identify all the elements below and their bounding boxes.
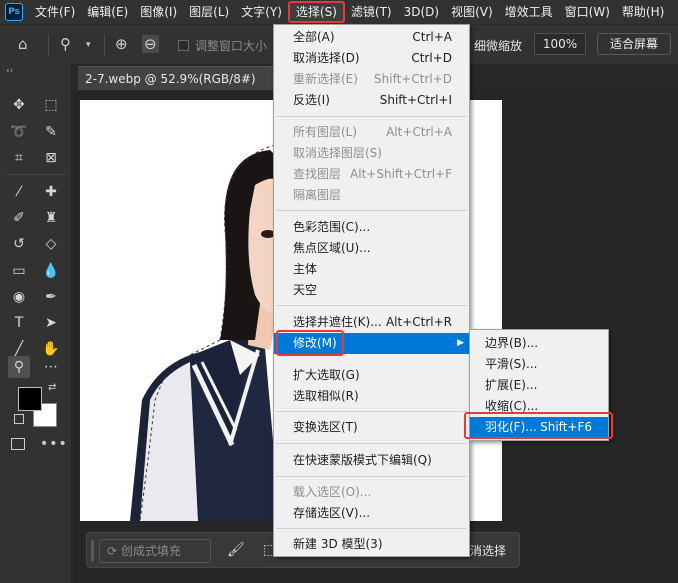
menu-separator — [276, 305, 467, 306]
fine-zoom-label: 细微缩放 — [474, 39, 523, 53]
edit-toolbar-icon[interactable]: ••• — [40, 436, 68, 452]
generative-fill-label: 创成式填充 — [120, 544, 181, 558]
quick-mask-icon[interactable] — [11, 438, 25, 450]
submenu-item-border[interactable]: 边界(B)... — [470, 333, 608, 354]
foreground-color-swatch[interactable] — [18, 387, 42, 411]
menu-item-new-3d-model[interactable]: 新建 3D 模型(3) — [274, 534, 469, 555]
zoom-tool-icon[interactable]: ⚲ — [60, 35, 71, 53]
home-icon[interactable]: ⌂ — [18, 35, 28, 53]
menu-item-grow[interactable]: 扩大选取(G) — [274, 365, 469, 386]
lasso-tool-icon[interactable]: ➰ — [8, 121, 30, 143]
menu-separator — [276, 411, 467, 412]
divider — [104, 34, 105, 56]
menu-help[interactable]: 帮助(H) — [616, 0, 670, 24]
menu-separator — [276, 443, 467, 444]
zoom-percentage-field[interactable]: 100% — [534, 33, 586, 55]
history-brush-tool-icon[interactable]: ↺ — [8, 233, 30, 255]
divider — [48, 34, 49, 56]
menu-type[interactable]: 文字(Y) — [235, 0, 288, 24]
path-selection-tool-icon[interactable]: ➤ — [40, 312, 62, 334]
menu-item-focus-area[interactable]: 焦点区域(U)... — [274, 238, 469, 259]
pen-tool-icon[interactable]: ✒ — [40, 286, 62, 308]
menu-window[interactable]: 窗口(W) — [559, 0, 616, 24]
gradient-tool-icon[interactable]: ▭ — [8, 260, 30, 282]
chevron-down-icon[interactable]: ▾ — [86, 40, 91, 50]
default-colors-icon[interactable] — [14, 414, 24, 424]
collapse-panel-icon[interactable]: ‹‹ — [6, 66, 13, 76]
menu-image[interactable]: 图像(I) — [134, 0, 183, 24]
menu-separator — [276, 116, 467, 117]
menu-item-reselect[interactable]: 重新选择(E) Shift+Ctrl+D — [274, 69, 469, 90]
brush-icon[interactable]: 🖌 — [227, 542, 245, 558]
menu-layer[interactable]: 图层(L) — [183, 0, 235, 24]
menu-plugins[interactable]: 增效工具 — [499, 0, 559, 24]
eraser-tool-icon[interactable]: ◇ — [40, 233, 62, 255]
menu-item-inverse[interactable]: 反选(I) Shift+Ctrl+I — [274, 90, 469, 111]
divider — [6, 174, 66, 175]
blur-tool-icon[interactable]: 💧 — [40, 260, 62, 282]
menu-item-find-layers[interactable]: 查找图层 Alt+Shift+Ctrl+F — [274, 164, 469, 185]
menu-item-quick-mask-edit[interactable]: 在快速蒙版模式下编辑(Q) — [274, 450, 469, 471]
menu-filter[interactable]: 滤镜(T) — [345, 0, 398, 24]
dodge-tool-icon[interactable]: ◉ — [8, 286, 30, 308]
menu-separator — [276, 528, 467, 529]
menu-item-select-all[interactable]: 全部(A) Ctrl+A — [274, 27, 469, 48]
zoom-out-icon[interactable]: ⊖ — [142, 35, 159, 53]
move-tool-icon[interactable]: ✥ — [8, 94, 30, 116]
menu-view[interactable]: 视图(V) — [445, 0, 499, 24]
document-tab-title: 2-7.webp @ 52.9%(RGB/8#) — [85, 72, 256, 86]
type-tool-icon[interactable]: T — [8, 312, 30, 334]
menu-item-sky[interactable]: 天空 — [274, 280, 469, 301]
swap-colors-icon[interactable]: ⇄ — [48, 382, 56, 393]
menu-separator — [276, 210, 467, 211]
photoshop-logo: Ps — [5, 3, 23, 21]
frame-tool-icon[interactable]: ⊠ — [40, 147, 62, 169]
eyedropper-tool-icon[interactable]: ⁄ — [8, 181, 30, 203]
menu-item-deselect-layers[interactable]: 取消选择图层(S) — [274, 143, 469, 164]
brush-tool-icon[interactable]: ✐ — [8, 207, 30, 229]
menu-item-transform-selection[interactable]: 变换选区(T) — [274, 417, 469, 438]
submenu-arrow-icon: ▶ — [457, 338, 464, 348]
drag-handle[interactable] — [91, 540, 94, 562]
deselect-button[interactable]: 消选择 — [470, 542, 506, 559]
zoom-tool-icon[interactable]: ⚲ — [8, 356, 30, 378]
menu-item-save-selection[interactable]: 存储选区(V)... — [274, 503, 469, 524]
resize-windows-checkbox[interactable] — [178, 40, 189, 51]
resize-windows-label: 调整窗口大小 — [195, 39, 268, 53]
menu-item-deselect[interactable]: 取消选择(D) Ctrl+D — [274, 48, 469, 69]
menu-3d[interactable]: 3D(D) — [398, 0, 445, 24]
menu-separator — [276, 476, 467, 477]
quick-select-tool-icon[interactable]: ✎ — [40, 121, 62, 143]
crop-tool-icon[interactable]: ⌗ — [8, 147, 30, 169]
submenu-item-expand[interactable]: 扩展(E)... — [470, 375, 608, 396]
tools-panel: ‹‹ ✥ ⬚ ➰ ✎ ⌗ ⊠ ⁄ ✚ ✐ ♜ ↺ ◇ ▭ 💧 ◉ ✒ T ➤ ╱… — [0, 64, 72, 583]
menu-item-similar[interactable]: 选取相似(R) — [274, 386, 469, 407]
select-menu-dropdown: 全部(A) Ctrl+A 取消选择(D) Ctrl+D 重新选择(E) Shift+C… — [273, 24, 470, 557]
menu-item-all-layers[interactable]: 所有图层(L) Alt+Ctrl+A — [274, 122, 469, 143]
healing-brush-tool-icon[interactable]: ✚ — [40, 181, 62, 203]
fit-screen-button[interactable]: 适合屏幕 — [597, 33, 671, 55]
submenu-item-smooth[interactable]: 平滑(S)... — [470, 354, 608, 375]
generative-fill-icon: ⟳ — [107, 544, 121, 558]
generative-fill-button[interactable]: ⟳ 创成式填充 — [99, 539, 211, 563]
more-tools-icon[interactable]: ⋯ — [40, 356, 62, 378]
zoom-in-icon[interactable]: ⊕ — [115, 35, 128, 53]
menu-file[interactable]: 文件(F) — [29, 0, 81, 24]
menu-item-load-selection[interactable]: 载入选区(O)... — [274, 482, 469, 503]
modify-submenu: 边界(B)... 平滑(S)... 扩展(E)... 收缩(C)... 羽化(F… — [464, 329, 613, 441]
document-tab[interactable]: 2-7.webp @ 52.9%(RGB/8#) — [78, 66, 280, 90]
feather-annotation-box — [464, 412, 613, 439]
modify-annotation-box — [276, 330, 344, 356]
menu-item-color-range[interactable]: 色彩范围(C)... — [274, 217, 469, 238]
marquee-tool-icon[interactable]: ⬚ — [40, 94, 62, 116]
menu-item-subject[interactable]: 主体 — [274, 259, 469, 280]
menu-bar: Ps 文件(F) 编辑(E) 图像(I) 图层(L) 文字(Y) 选择(S) 滤… — [0, 0, 678, 24]
menu-item-isolate-layers[interactable]: 隔离图层 — [274, 185, 469, 206]
menu-select[interactable]: 选择(S) — [287, 1, 345, 23]
menu-edit[interactable]: 编辑(E) — [81, 0, 134, 24]
clone-stamp-tool-icon[interactable]: ♜ — [40, 207, 62, 229]
